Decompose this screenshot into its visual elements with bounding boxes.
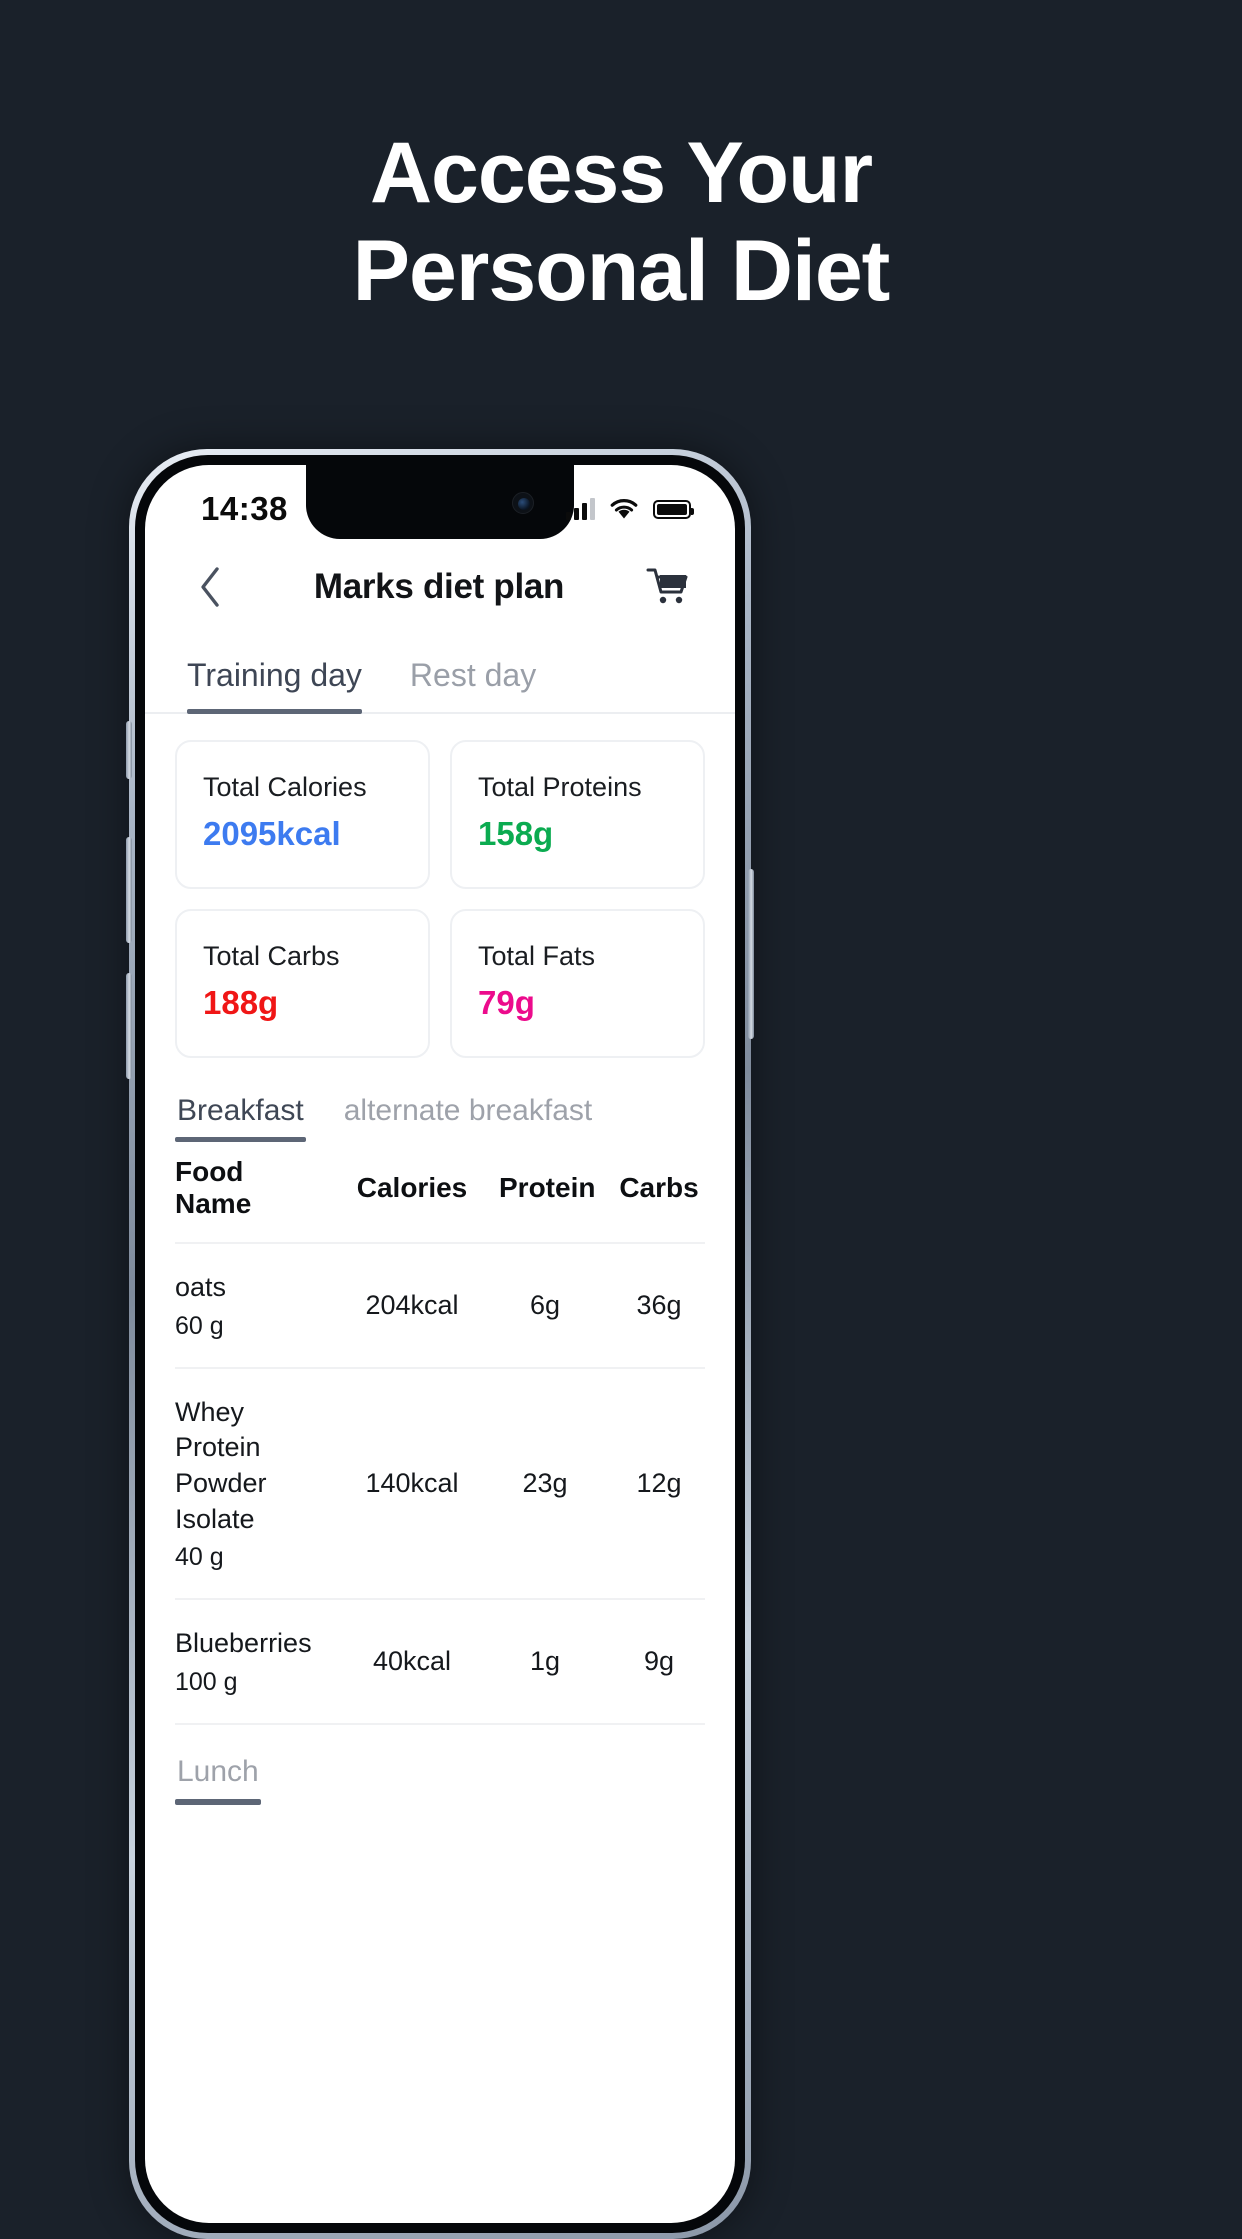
- food-calories: 204kcal: [365, 1289, 459, 1320]
- food-protein: 6g: [529, 1289, 561, 1320]
- volume-down-button[interactable]: [126, 973, 132, 1079]
- card-total-calories: Total Calories 2095kcal: [175, 740, 430, 889]
- food-name: Whey Protein Powder Isolate: [175, 1396, 267, 1534]
- cart-button[interactable]: [645, 563, 693, 611]
- day-tabs: Training day Rest day: [145, 635, 735, 714]
- card-total-fats: Total Fats 79g: [450, 909, 705, 1058]
- food-cell: oats 60 g: [175, 1270, 325, 1341]
- card-total-carbs: Total Carbs 188g: [175, 909, 430, 1058]
- card-value: 188g: [203, 984, 279, 1021]
- status-bar-clock: 14:38: [201, 490, 288, 527]
- table-header-row: Food Name Calories Protein Carbs Fat: [175, 1142, 705, 1244]
- promo-line-2: Personal Diet: [352, 223, 891, 320]
- volume-up-button[interactable]: [126, 837, 132, 943]
- food-cell: Blueberries 100 g: [175, 1626, 325, 1697]
- phone-screen: 14:38 Marks diet plan Training day Rest …: [145, 465, 735, 2223]
- food-calories: 40kcal: [372, 1645, 452, 1676]
- food-carbs: 9g: [643, 1645, 675, 1676]
- food-fat: 0g: [727, 1468, 735, 1499]
- food-quantity: 40 g: [175, 1543, 224, 1572]
- card-label: Total Proteins: [478, 772, 642, 802]
- column-header-food-name: Food Name: [175, 1156, 252, 1219]
- chevron-left-icon: [201, 567, 219, 607]
- phone-bezel: 14:38 Marks diet plan Training day Rest …: [135, 455, 745, 2233]
- card-value: 79g: [478, 984, 535, 1021]
- food-calories: 140kcal: [365, 1467, 459, 1498]
- status-bar-icons: [566, 498, 694, 520]
- battery-full-icon: [653, 499, 694, 519]
- tab-rest-day[interactable]: Rest day: [410, 635, 536, 712]
- app-bar: Marks diet plan: [145, 539, 735, 635]
- tab-breakfast[interactable]: Breakfast: [175, 1084, 306, 1142]
- food-protein: 1g: [529, 1645, 561, 1676]
- page-title: Marks diet plan: [313, 567, 565, 606]
- food-carbs: 36g: [636, 1289, 682, 1320]
- meal-tabs: Breakfast alternate breakfast: [145, 1062, 735, 1142]
- column-header-protein: Protein: [499, 1172, 596, 1203]
- back-button[interactable]: [187, 564, 233, 610]
- food-protein: 23g: [522, 1467, 568, 1498]
- promo-headline: Access Your Personal Diet: [0, 128, 1242, 317]
- card-value: 158g: [478, 815, 554, 852]
- summary-cards: Total Calories 2095kcal Total Proteins 1…: [145, 714, 735, 1062]
- phone-mockup: 14:38 Marks diet plan Training day Rest …: [126, 449, 754, 2239]
- food-table: Food Name Calories Protein Carbs Fat oat…: [145, 1142, 735, 1725]
- card-value: 2095kcal: [203, 815, 341, 852]
- table-row[interactable]: Blueberries 100 g 40kcal 1g 9g 0g: [175, 1600, 705, 1725]
- card-label: Total Carbs: [203, 941, 340, 971]
- mute-switch[interactable]: [126, 721, 132, 779]
- food-fat: 4g: [727, 1290, 735, 1321]
- food-carbs: 12g: [636, 1467, 682, 1498]
- food-name: Blueberries: [175, 1628, 312, 1659]
- column-header-calories: Calories: [356, 1172, 468, 1203]
- table-row[interactable]: Whey Protein Powder Isolate 40 g 140kcal…: [175, 1369, 705, 1601]
- food-name: oats: [175, 1272, 227, 1302]
- status-bar: 14:38: [145, 465, 735, 539]
- next-meal-section: Lunch: [145, 1724, 735, 1805]
- column-header-fat: Fat: [727, 1172, 735, 1204]
- card-total-proteins: Total Proteins 158g: [450, 740, 705, 889]
- food-fat: 0g: [727, 1646, 735, 1677]
- column-header-carbs: Carbs: [619, 1172, 699, 1203]
- table-row[interactable]: oats 60 g 204kcal 6g 36g 4g: [175, 1244, 705, 1369]
- tab-training-day[interactable]: Training day: [187, 635, 362, 714]
- tab-alternate-breakfast[interactable]: alternate breakfast: [342, 1084, 594, 1142]
- power-button[interactable]: [748, 869, 754, 1039]
- card-label: Total Calories: [203, 772, 367, 802]
- signal-bars-icon: [566, 498, 595, 520]
- promo-line-1: Access Your: [369, 125, 873, 221]
- card-label: Total Fats: [478, 941, 596, 971]
- food-quantity: 100 g: [175, 1667, 238, 1696]
- shopping-cart-icon: [646, 568, 688, 604]
- food-quantity: 60 g: [175, 1311, 224, 1340]
- tab-lunch[interactable]: Lunch: [175, 1755, 261, 1805]
- wifi-icon: [610, 499, 638, 519]
- food-cell: Whey Protein Powder Isolate 40 g: [175, 1395, 325, 1573]
